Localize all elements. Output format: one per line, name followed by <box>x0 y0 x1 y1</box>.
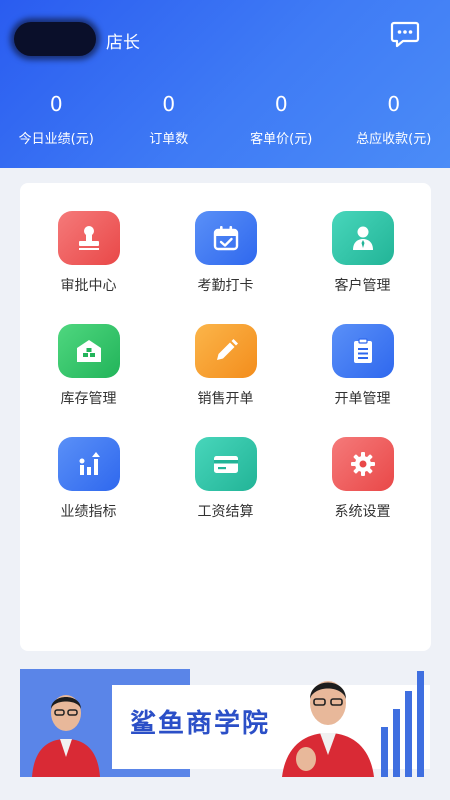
card-icon <box>194 437 257 491</box>
stat-value: 0 <box>274 92 288 116</box>
menu-item-settings[interactable]: 系统设置 <box>294 437 431 521</box>
stat-today-performance[interactable]: 0 今日业绩(元) <box>0 90 113 150</box>
menu-grid: 审批中心 考勤打卡 客户管理 库存管理 销售开单 开单管理 业绩指标 工资结算 … <box>20 211 431 521</box>
menu-item-label: 库存管理 <box>60 391 117 407</box>
message-icon[interactable] <box>390 20 420 48</box>
performance-chart-icon <box>57 437 120 491</box>
menu-item-label: 业绩指标 <box>60 504 117 520</box>
stat-label: 总应收款(元) <box>356 132 432 147</box>
menu-card: 审批中心 考勤打卡 客户管理 库存管理 销售开单 开单管理 业绩指标 工资结算 … <box>20 183 431 651</box>
presenter-image-left <box>32 695 100 777</box>
avatar[interactable] <box>14 22 96 56</box>
header: 店长 0 今日业绩(元) 0 订单数 0 客单价(元) 0 总应收款(元) <box>0 0 450 168</box>
stats-row: 0 今日业绩(元) 0 订单数 0 客单价(元) 0 总应收款(元) <box>0 90 450 150</box>
user-tie-icon <box>331 211 394 265</box>
stat-value: 0 <box>162 92 176 116</box>
calendar-check-icon <box>194 211 257 265</box>
menu-item-performance[interactable]: 业绩指标 <box>20 437 157 521</box>
promo-banner[interactable]: 鲨鱼商学院 <box>20 669 430 777</box>
bar-graphic-decoration <box>381 671 424 777</box>
stat-label: 今日业绩(元) <box>18 132 94 147</box>
role-label: 店长 <box>106 33 140 53</box>
menu-item-sales-order[interactable]: 销售开单 <box>157 324 294 408</box>
menu-item-label: 工资结算 <box>197 504 254 520</box>
menu-item-order-management[interactable]: 开单管理 <box>294 324 431 408</box>
warehouse-icon <box>57 324 120 378</box>
presenter-image-right <box>282 681 374 777</box>
menu-item-attendance[interactable]: 考勤打卡 <box>157 211 294 295</box>
stat-value: 0 <box>387 92 401 116</box>
stat-order-count[interactable]: 0 订单数 <box>113 90 226 150</box>
menu-item-label: 开单管理 <box>334 391 391 407</box>
menu-item-label: 客户管理 <box>334 278 391 294</box>
stat-value: 0 <box>49 92 63 116</box>
stat-label: 客单价(元) <box>250 132 313 147</box>
pencil-icon <box>194 324 257 378</box>
menu-item-payroll[interactable]: 工资结算 <box>157 437 294 521</box>
menu-item-approval[interactable]: 审批中心 <box>20 211 157 295</box>
banner-title: 鲨鱼商学院 <box>130 709 271 739</box>
stat-label: 订单数 <box>149 132 189 147</box>
stat-receivables[interactable]: 0 总应收款(元) <box>338 90 450 150</box>
menu-item-label: 系统设置 <box>334 504 391 520</box>
gear-icon <box>331 437 394 491</box>
stat-avg-order-price[interactable]: 0 客单价(元) <box>225 90 338 150</box>
menu-item-label: 销售开单 <box>197 391 254 407</box>
menu-item-inventory[interactable]: 库存管理 <box>20 324 157 408</box>
menu-item-label: 考勤打卡 <box>197 278 254 294</box>
menu-item-customers[interactable]: 客户管理 <box>294 211 431 295</box>
clipboard-icon <box>331 324 394 378</box>
menu-item-label: 审批中心 <box>60 278 117 294</box>
stamp-icon <box>57 211 120 265</box>
